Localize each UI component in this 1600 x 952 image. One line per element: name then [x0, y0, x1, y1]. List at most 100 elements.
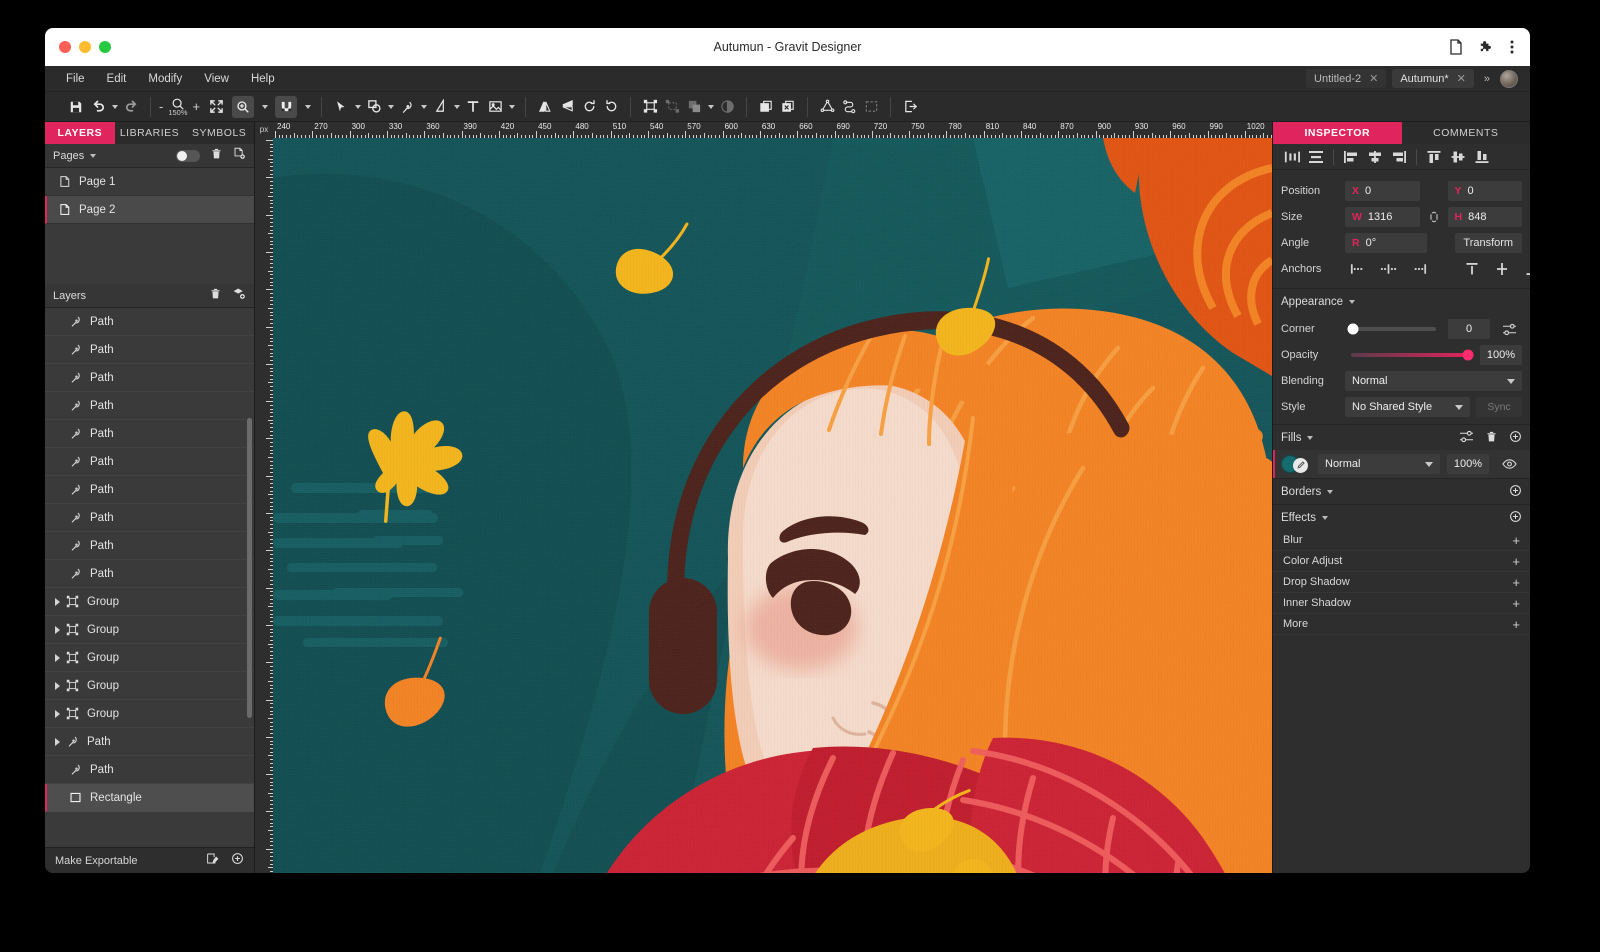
image-tool-icon[interactable] — [484, 96, 506, 118]
vertical-ruler[interactable]: 1501802102402703003303603904204504805105… — [255, 138, 273, 873]
knife-options-caret-icon[interactable] — [451, 96, 462, 118]
pointer-tool-icon[interactable] — [330, 96, 352, 118]
save-icon[interactable] — [65, 96, 87, 118]
link-ratio-icon[interactable] — [1426, 210, 1442, 224]
user-avatar[interactable] — [1500, 70, 1518, 88]
list-item[interactable]: Path — [45, 560, 254, 588]
distribute-horizontal-icon[interactable] — [1281, 147, 1303, 167]
canvas-area[interactable]: px 2402703003303603904204504805105405706… — [255, 122, 1272, 873]
fill-settings-icon[interactable] — [1459, 430, 1474, 446]
undo-icon[interactable] — [87, 96, 109, 118]
position-y-input[interactable]: Y 0 — [1448, 181, 1523, 201]
list-item[interactable]: Group — [45, 700, 254, 728]
expand-arrow-icon[interactable] — [55, 682, 60, 690]
corner-slider[interactable] — [1351, 327, 1436, 331]
export-icon[interactable] — [899, 96, 921, 118]
list-item[interactable]: Path — [45, 336, 254, 364]
knife-tool-icon[interactable] — [429, 96, 451, 118]
opacity-slider-knob[interactable] — [1463, 350, 1474, 361]
add-effect-plus-icon[interactable]: + — [1512, 596, 1520, 611]
align-left-icon[interactable] — [1340, 147, 1362, 167]
rotate-cw-icon[interactable] — [600, 96, 622, 118]
tab-comments[interactable]: COMMENTS — [1402, 122, 1531, 144]
close-tab-icon[interactable]: ✕ — [1369, 72, 1378, 85]
mask-icon[interactable] — [716, 96, 738, 118]
appearance-collapse-caret-icon[interactable] — [1349, 300, 1355, 304]
tab-symbols[interactable]: SYMBOLS — [184, 122, 254, 144]
expand-arrow-icon[interactable] — [55, 654, 60, 662]
list-item[interactable]: Path — [45, 392, 254, 420]
zoom-tool-icon[interactable] — [232, 96, 254, 118]
list-item[interactable]: Path — [45, 532, 254, 560]
delete-duplicate-icon[interactable] — [777, 96, 799, 118]
effect-item-inner-shadow[interactable]: Inner Shadow + — [1273, 593, 1530, 614]
shape-options-caret-icon[interactable] — [385, 96, 396, 118]
size-height-input[interactable]: H 848 — [1448, 207, 1523, 227]
snap-magnet-icon[interactable] — [275, 96, 297, 118]
list-item[interactable]: Path — [45, 504, 254, 532]
menu-help[interactable]: Help — [240, 66, 286, 92]
align-top-icon[interactable] — [1423, 147, 1445, 167]
slice-icon[interactable] — [860, 96, 882, 118]
corner-slider-knob[interactable] — [1348, 324, 1359, 335]
corner-settings-icon[interactable] — [1496, 319, 1522, 339]
page-item-1[interactable]: Page 1 — [45, 168, 254, 196]
artboard[interactable] — [273, 138, 1272, 873]
expand-arrow-icon[interactable] — [55, 626, 60, 634]
zoom-level-label[interactable]: 150% — [168, 108, 187, 117]
effect-item-color-adjust[interactable]: Color Adjust + — [1273, 551, 1530, 572]
add-effect-plus-icon[interactable]: + — [1512, 617, 1520, 632]
extension-icon[interactable] — [1479, 40, 1494, 55]
align-center-h-icon[interactable] — [1364, 147, 1386, 167]
horizontal-ruler[interactable]: 2402703003303603904204504805105405706006… — [273, 122, 1272, 138]
borders-collapse-caret-icon[interactable] — [1327, 490, 1333, 494]
list-item[interactable]: Path — [45, 420, 254, 448]
tab-layers[interactable]: LAYERS — [45, 122, 115, 144]
zoom-out-button[interactable]: - — [159, 100, 163, 113]
align-right-icon[interactable] — [1388, 147, 1410, 167]
list-item[interactable]: Path — [45, 448, 254, 476]
menu-view[interactable]: View — [193, 66, 240, 92]
list-item[interactable]: Group — [45, 672, 254, 700]
size-width-input[interactable]: W 1316 — [1345, 207, 1420, 227]
distribute-vertical-icon[interactable] — [1305, 147, 1327, 167]
eye-icon[interactable] — [1496, 454, 1522, 474]
expand-arrow-icon[interactable] — [55, 738, 60, 746]
style-select[interactable]: No Shared Style — [1345, 397, 1470, 417]
delete-fill-icon[interactable] — [1485, 430, 1498, 446]
anchor-right-icon[interactable] — [1405, 259, 1431, 279]
fit-to-screen-icon[interactable] — [205, 96, 227, 118]
anchor-center-h-icon[interactable] — [1375, 259, 1401, 279]
fill-blend-select[interactable]: Normal — [1318, 454, 1440, 474]
delete-layer-icon[interactable] — [209, 287, 222, 305]
shape-tool-icon[interactable] — [363, 96, 385, 118]
tabs-overflow-chevron-icon[interactable]: » — [1480, 73, 1494, 85]
pages-visibility-toggle[interactable] — [176, 150, 200, 162]
export-settings-icon[interactable] — [206, 852, 219, 870]
close-window-button[interactable] — [59, 41, 71, 53]
effect-item-more[interactable]: More + — [1273, 614, 1530, 635]
join-path-icon[interactable] — [838, 96, 860, 118]
list-item[interactable]: Path — [45, 364, 254, 392]
anchor-top-icon[interactable] — [1459, 259, 1485, 279]
close-tab-icon[interactable]: ✕ — [1457, 72, 1466, 85]
anchor-middle-v-icon[interactable] — [1489, 259, 1515, 279]
eyedropper-icon[interactable] — [1293, 458, 1308, 473]
list-item[interactable]: Path — [45, 756, 254, 784]
add-page-icon[interactable] — [233, 147, 246, 165]
add-border-icon[interactable] — [1509, 484, 1522, 500]
boolean-icon[interactable] — [683, 96, 705, 118]
menu-modify[interactable]: Modify — [137, 66, 193, 92]
effect-item-drop-shadow[interactable]: Drop Shadow + — [1273, 572, 1530, 593]
position-x-input[interactable]: X 0 — [1345, 181, 1420, 201]
add-effect-icon[interactable] — [1509, 510, 1522, 526]
minimize-window-button[interactable] — [79, 41, 91, 53]
add-layer-icon[interactable] — [232, 287, 246, 305]
menu-edit[interactable]: Edit — [96, 66, 138, 92]
add-effect-plus-icon[interactable]: + — [1512, 533, 1520, 548]
align-middle-v-icon[interactable] — [1447, 147, 1469, 167]
rotate-ccw-icon[interactable] — [578, 96, 600, 118]
undo-history-caret-icon[interactable] — [109, 96, 120, 118]
group-icon[interactable] — [639, 96, 661, 118]
zoom-options-caret-icon[interactable] — [259, 96, 270, 118]
